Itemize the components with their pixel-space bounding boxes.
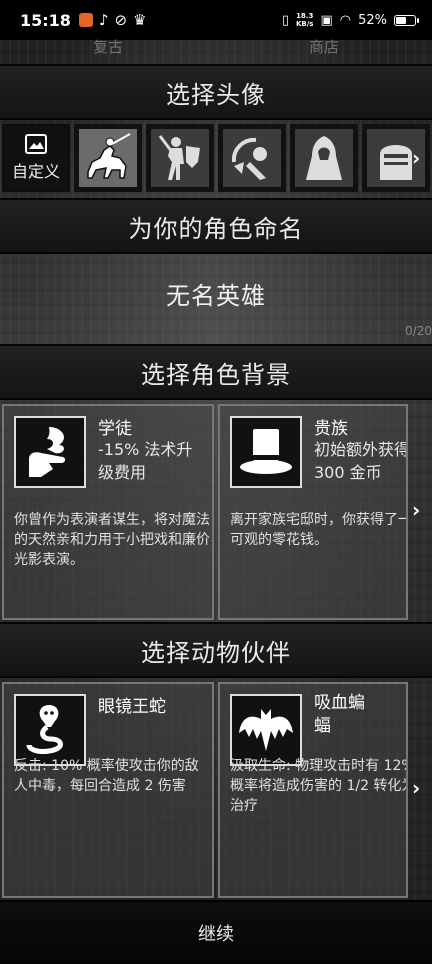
pet-next-arrow-icon[interactable]: ›: [412, 776, 420, 800]
section-header-pet: 选择动物伙伴: [0, 622, 432, 678]
magic-hand-icon: [29, 427, 66, 477]
faded-tab-shop[interactable]: 商店: [309, 36, 339, 54]
network-speed: 18.3 KB/s: [295, 12, 314, 28]
card-description: 离开家族宅邸时，你获得了一笔可观的零花钱。: [230, 512, 408, 548]
avatar-next-arrow-icon[interactable]: ›: [412, 146, 420, 170]
card-bonus: 初始额外获得 300 金币: [314, 440, 408, 482]
card-title: 眼镜王蛇: [98, 697, 166, 717]
background-next-arrow-icon[interactable]: ›: [412, 498, 420, 522]
section-header-background: 选择角色背景: [0, 344, 432, 400]
card-description: 汲取生命: 物理攻击时有 12% 概率将造成伤害的 1/2 转化为治疗: [230, 758, 408, 814]
avatar-axe-swing[interactable]: [218, 124, 286, 192]
vibrate-icon: ▯: [281, 12, 289, 28]
pet-card-vampire-bat[interactable]: 吸血蝙蝠 汲取生命: 物理攻击时有 12% 概率将造成伤害的 1/2 转化为治疗: [218, 682, 408, 898]
avatar-custom-button[interactable]: 自定义: [2, 124, 70, 192]
continue-button[interactable]: 继续: [0, 900, 432, 964]
wifi-icon: ◠: [339, 12, 352, 28]
card-title: 贵族: [314, 419, 348, 439]
bat-icon: [239, 709, 293, 751]
app-notification-icon: [78, 13, 93, 27]
knight-rider-icon: [87, 133, 131, 179]
battery-percent: 52%: [358, 12, 387, 28]
pet-card-king-cobra[interactable]: 眼镜王蛇 反击: 10% 概率使攻击你的敌人中毒，每回合造成 2 伤害: [2, 682, 214, 898]
avatar-hooded-figure[interactable]: [290, 124, 358, 192]
faded-tabs: 复古 商店: [0, 36, 432, 54]
card-description: 你曾作为表演者谋生，将对魔法的天然亲和力用于小把戏和廉价光影表演。: [14, 512, 210, 568]
status-bar: 15:18 ♪ ⊘ ♛ ▯ 18.3 KB/s ▣ ◠ 52%: [0, 0, 432, 40]
card-title: 吸血蝙蝠: [314, 693, 365, 736]
tiktok-icon: ♪: [98, 11, 109, 29]
image-icon: [25, 134, 47, 154]
section-header-name: 为你的角色命名: [0, 198, 432, 254]
background-card-noble[interactable]: 贵族 初始额外获得 300 金币 离开家族宅邸时，你获得了一笔可观的零花钱。: [218, 404, 408, 620]
faded-tab-retro[interactable]: 复古: [93, 36, 123, 54]
warrior-shield-icon: [158, 135, 200, 180]
card-bonus: -15% 法术升级费用: [98, 440, 193, 482]
top-hat-icon: [240, 429, 292, 474]
card-title: 学徒: [98, 419, 132, 439]
status-time: 15:18: [20, 10, 71, 30]
name-char-count: 0/20: [405, 324, 432, 338]
sim-icon: ▣: [320, 12, 333, 28]
section-header-avatar: 选择头像: [0, 64, 432, 120]
axe-swing-icon: [231, 137, 267, 180]
avatar-warrior-shield[interactable]: [146, 124, 214, 192]
custom-label: 自定义: [11, 162, 60, 181]
avatar-row[interactable]: 自定义 ›: [0, 124, 432, 196]
battery-icon: [394, 14, 419, 26]
card-description: 反击: 10% 概率使攻击你的敌人中毒，每回合造成 2 伤害: [14, 758, 199, 794]
crown-icon: ♛: [133, 11, 147, 29]
cobra-icon: [26, 705, 63, 754]
background-card-apprentice[interactable]: 学徒 -15% 法术升级费用 你曾作为表演者谋生，将对魔法的天然亲和力用于小把戏…: [2, 404, 214, 620]
avatar-knight-rider[interactable]: [74, 124, 142, 192]
name-input[interactable]: 无名英雄: [0, 276, 432, 311]
hooded-figure-icon: [306, 136, 342, 180]
link-icon: ⊘: [114, 11, 128, 29]
